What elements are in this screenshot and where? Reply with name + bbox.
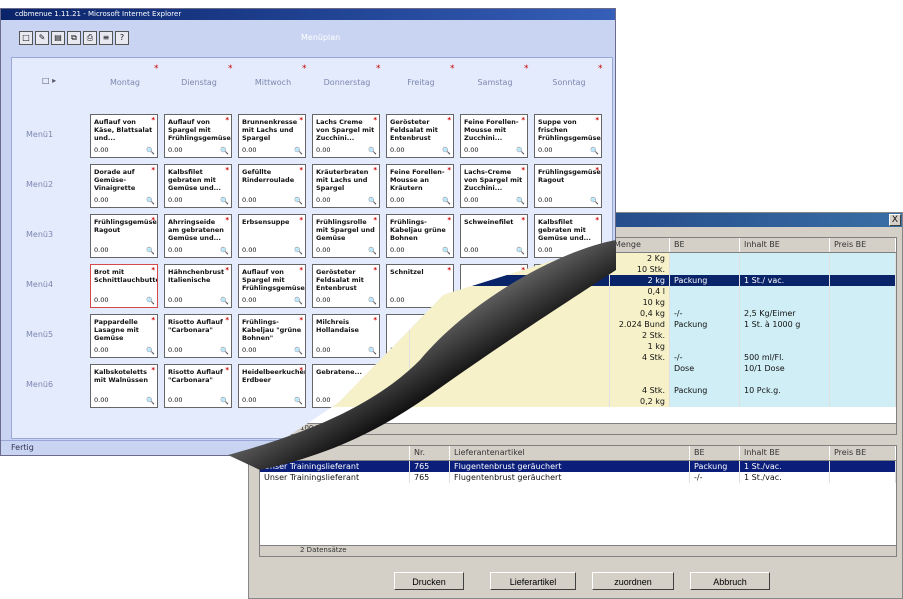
page-curl-graphic [228, 240, 616, 470]
